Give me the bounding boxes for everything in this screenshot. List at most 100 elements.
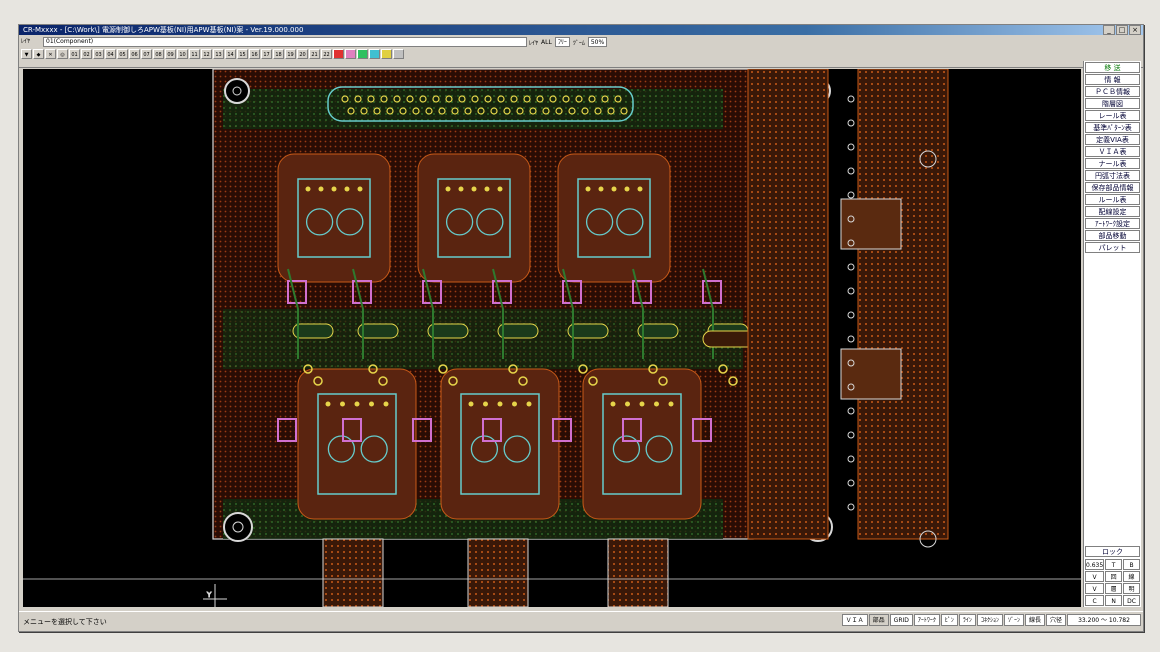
sidebar-item-move[interactable]: 移 送: [1085, 62, 1140, 73]
module-copper-pad: [440, 368, 560, 520]
color-swatch-pink[interactable]: [345, 49, 356, 59]
sidebar-item-hierarchy[interactable]: 階層図: [1085, 98, 1140, 109]
status-tab-zone[interactable]: ｿﾞｰﾝ: [1003, 614, 1024, 626]
mounting-via: [847, 407, 855, 415]
status-tab-pin[interactable]: ﾋﾟﾝ: [940, 614, 958, 626]
title-bar: CR-Mxxxx - [C:\Work\] 電源制御しろAPW基板(NI)用AP…: [19, 25, 1143, 35]
option-toggle[interactable]: 回: [1105, 571, 1123, 582]
status-tab-connection[interactable]: ｺﾈｸｼｮﾝ: [976, 614, 1003, 626]
option-toggle[interactable]: B: [1123, 559, 1140, 570]
option-toggle[interactable]: T: [1105, 559, 1123, 570]
color-swatch-yellow[interactable]: [381, 49, 392, 59]
layer-button[interactable]: 08: [153, 49, 164, 59]
status-tab-hole[interactable]: 穴径: [1045, 614, 1066, 626]
color-swatch-cyan[interactable]: [369, 49, 380, 59]
grid-value[interactable]: 0.635: [1085, 559, 1105, 570]
sidebar-item-nar[interactable]: ナール表: [1085, 158, 1140, 169]
layer-button[interactable]: 06: [129, 49, 140, 59]
status-message: メニューを選択して下さい: [23, 618, 107, 626]
layer-menu-label: ﾚｲﾔ: [21, 38, 31, 45]
sidebar-item-info[interactable]: 情 報: [1085, 74, 1140, 85]
status-tab-artwork[interactable]: ｱｰﾄﾜｰｸ: [913, 614, 940, 626]
layer-button[interactable]: 16: [249, 49, 260, 59]
status-tab-grid[interactable]: GRID: [889, 614, 913, 626]
close-button[interactable]: ×: [1129, 25, 1141, 35]
layer-button[interactable]: ◎: [57, 49, 68, 59]
color-swatch-red[interactable]: [333, 49, 344, 59]
layer-button[interactable]: 09: [165, 49, 176, 59]
layer-button[interactable]: 07: [141, 49, 152, 59]
color-swatch-green[interactable]: [357, 49, 368, 59]
layer-button[interactable]: 11: [189, 49, 200, 59]
layer-button[interactable]: 05: [117, 49, 128, 59]
minimize-button[interactable]: _: [1103, 25, 1115, 35]
module-pin: [318, 186, 324, 192]
status-tab-line[interactable]: ﾗｲﾝ: [958, 614, 976, 626]
sidebar-item-saved-parts[interactable]: 保存部品情報: [1085, 182, 1140, 193]
sidebar-item-pcb-info[interactable]: ＰＣＢ情報: [1085, 86, 1140, 97]
maximize-button[interactable]: □: [1116, 25, 1128, 35]
mounting-via: [847, 431, 855, 439]
sidebar-item-via[interactable]: ＶＩＡ表: [1085, 146, 1140, 157]
layer-button[interactable]: 12: [201, 49, 212, 59]
layer-button[interactable]: 18: [273, 49, 284, 59]
layer-button[interactable]: 01: [69, 49, 80, 59]
zoom-select[interactable]: 50%: [587, 37, 608, 47]
mode-select[interactable]: ﾌﾘｰ: [554, 37, 570, 47]
sidebar-item-palette[interactable]: パレット: [1085, 242, 1140, 253]
color-swatch-gray[interactable]: [393, 49, 404, 59]
bottom-tab-2: [467, 538, 529, 607]
sidebar-item-arc-dim[interactable]: 円弧寸法表: [1085, 170, 1140, 181]
coordinate-readout: 33.200 ～ 10.782: [1067, 614, 1141, 626]
layer-button[interactable]: 04: [105, 49, 116, 59]
layer-button[interactable]: 15: [237, 49, 248, 59]
option-toggle[interactable]: N: [1105, 595, 1123, 606]
module-copper-pad: [582, 368, 702, 520]
layer-button[interactable]: 02: [81, 49, 92, 59]
sidebar-item-rules[interactable]: ルール表: [1085, 194, 1140, 205]
layer-button[interactable]: 13: [213, 49, 224, 59]
right-terminal-lower: [840, 348, 902, 400]
module-pin: [639, 401, 645, 407]
layer-button[interactable]: ◆: [33, 49, 44, 59]
option-toggle[interactable]: V: [1085, 571, 1105, 582]
layer-button[interactable]: ▼: [21, 49, 32, 59]
mounting-via: [847, 119, 855, 127]
option-toggle[interactable]: DC: [1123, 595, 1140, 606]
layer-button[interactable]: 22: [321, 49, 332, 59]
sidebar-item-artwork[interactable]: ｱｰﾄﾜｰｸ設定: [1085, 218, 1140, 229]
layer-button[interactable]: 14: [225, 49, 236, 59]
option-toggle[interactable]: 層: [1105, 583, 1123, 594]
sidebar-item-routing[interactable]: 配線設定: [1085, 206, 1140, 217]
sidebar-item-via-def[interactable]: 定義VIA表: [1085, 134, 1140, 145]
layer-button[interactable]: 03: [93, 49, 104, 59]
layer-button[interactable]: 20: [297, 49, 308, 59]
status-tab-line-length[interactable]: 線長: [1024, 614, 1045, 626]
module-pin: [625, 401, 630, 407]
layer-select[interactable]: 01(Component): [43, 37, 527, 47]
option-toggle[interactable]: C: [1085, 595, 1105, 606]
lock-button[interactable]: ロック: [1085, 546, 1140, 557]
status-tab-part[interactable]: 部品: [868, 614, 889, 626]
option-toggle[interactable]: 明: [1123, 583, 1140, 594]
status-tab-via[interactable]: ＶＩＡ: [841, 614, 868, 626]
option-toggle[interactable]: V: [1085, 583, 1105, 594]
green-copper-middle: [223, 309, 743, 369]
module-copper-pad: [277, 153, 391, 283]
layer-button[interactable]: 19: [285, 49, 296, 59]
layer-button[interactable]: 17: [261, 49, 272, 59]
layer-button[interactable]: 21: [309, 49, 320, 59]
mounting-via: [847, 263, 855, 271]
window-controls: _ □ ×: [1103, 25, 1141, 35]
option-toggle[interactable]: 線: [1123, 571, 1140, 582]
sidebar-item-base-pattern[interactable]: 基準ﾊﾟﾀｰﾝ表: [1085, 122, 1140, 133]
module-pin: [354, 401, 360, 407]
pcb-layout[interactable]: Y: [23, 69, 1081, 607]
layer-button[interactable]: 10: [177, 49, 188, 59]
sidebar-item-rail[interactable]: レール表: [1085, 110, 1140, 121]
pcb-canvas[interactable]: Y: [23, 69, 1081, 607]
sidebar-item-part-move[interactable]: 部品移動: [1085, 230, 1140, 241]
layer-button[interactable]: ✕: [45, 49, 56, 59]
mounting-via: [847, 287, 855, 295]
mounting-via: [847, 143, 855, 151]
